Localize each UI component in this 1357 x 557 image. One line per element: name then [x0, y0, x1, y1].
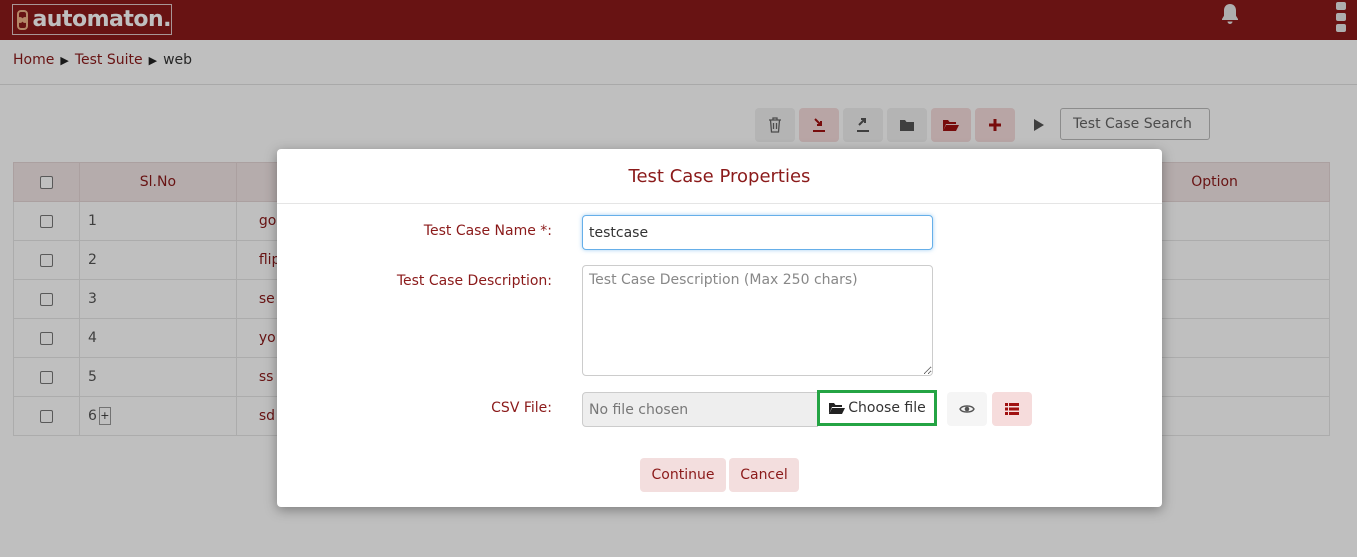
preview-csv-button[interactable]: [947, 392, 987, 426]
choose-file-button[interactable]: Choose file: [817, 390, 937, 426]
cancel-button[interactable]: Cancel: [729, 458, 799, 492]
continue-button[interactable]: Continue: [640, 458, 726, 492]
test-case-name-input[interactable]: [582, 215, 933, 250]
test-case-description-label: Test Case Description:: [396, 273, 552, 289]
test-case-properties-dialog: Test Case Properties Test Case Name *: T…: [277, 149, 1162, 507]
csv-list-button[interactable]: [992, 392, 1032, 426]
csv-file-status: No file chosen: [582, 392, 818, 427]
test-case-name-label: Test Case Name *:: [423, 223, 552, 239]
folder-open-icon: [829, 402, 846, 414]
eye-icon: [959, 405, 975, 413]
list-icon: [1005, 403, 1019, 415]
dialog-title: Test Case Properties: [277, 149, 1162, 204]
csv-file-label: CSV File:: [491, 400, 552, 416]
choose-file-label: Choose file: [848, 400, 926, 416]
test-case-description-input[interactable]: [582, 265, 933, 376]
